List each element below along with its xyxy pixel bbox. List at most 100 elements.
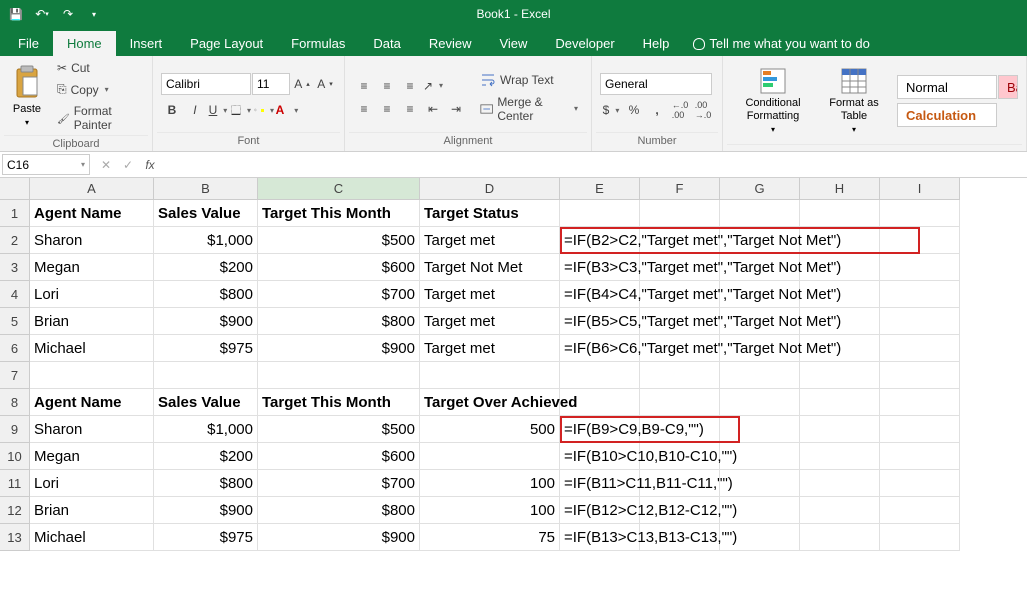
cell-E5[interactable]: =IF(B5>C5,"Target met","Target Not Met") [560,308,640,335]
column-header-H[interactable]: H [800,178,880,200]
wrap-text-button[interactable]: Wrap Text [475,69,583,91]
cell-D10[interactable] [420,443,560,470]
cell-D11[interactable]: 100 [420,470,560,497]
row-header-1[interactable]: 1 [0,200,30,227]
format-as-table-button[interactable]: Format as Table▾ [817,62,891,140]
cell-B8[interactable]: Sales Value [154,389,258,416]
column-header-E[interactable]: E [560,178,640,200]
save-button[interactable] [4,2,28,26]
cell-A8[interactable]: Agent Name [30,389,154,416]
cancel-entry-button[interactable]: ✕ [96,155,116,175]
cell-D3[interactable]: Target Not Met [420,254,560,281]
font-size-combo[interactable] [252,73,290,95]
cell-H7[interactable] [800,362,880,389]
cell-I12[interactable] [880,497,960,524]
comma-format-button[interactable]: , [646,99,668,121]
cell-style-calculation[interactable]: Calculation [897,103,997,127]
cell-C8[interactable]: Target This Month [258,389,420,416]
name-box[interactable]: C16 [2,154,90,175]
cell-I13[interactable] [880,524,960,551]
row-header-4[interactable]: 4 [0,281,30,308]
cell-H1[interactable] [800,200,880,227]
cell-A13[interactable]: Michael [30,524,154,551]
cell-B10[interactable]: $200 [154,443,258,470]
font-color-button[interactable]: A [276,99,298,121]
align-middle-button[interactable]: ≡ [376,75,398,97]
cell-I6[interactable] [880,335,960,362]
number-format-combo[interactable] [600,73,712,95]
row-header-6[interactable]: 6 [0,335,30,362]
align-right-button[interactable]: ≡ [399,98,421,120]
shrink-font-button[interactable]: A▾ [314,73,336,95]
row-header-13[interactable]: 13 [0,524,30,551]
cell-G7[interactable] [720,362,800,389]
row-header-3[interactable]: 3 [0,254,30,281]
align-left-button[interactable]: ≡ [353,98,375,120]
cell-A9[interactable]: Sharon [30,416,154,443]
align-bottom-button[interactable]: ≡ [399,75,421,97]
bold-button[interactable]: B [161,99,183,121]
cell-style-normal[interactable]: Normal [897,75,997,99]
cell-G9[interactable] [720,416,800,443]
cell-I8[interactable] [880,389,960,416]
cell-C6[interactable]: $900 [258,335,420,362]
percent-format-button[interactable]: % [623,99,645,121]
tab-formulas[interactable]: Formulas [277,31,359,56]
decrease-indent-button[interactable]: ⇤ [422,98,444,120]
italic-button[interactable]: I [184,99,206,121]
cell-A4[interactable]: Lori [30,281,154,308]
cell-C12[interactable]: $800 [258,497,420,524]
redo-button[interactable] [56,2,80,26]
cell-B11[interactable]: $800 [154,470,258,497]
paste-button[interactable]: Paste ▾ [4,58,50,135]
cell-B4[interactable]: $800 [154,281,258,308]
cell-D5[interactable]: Target met [420,308,560,335]
cell-A1[interactable]: Agent Name [30,200,154,227]
cell-I9[interactable] [880,416,960,443]
cell-H8[interactable] [800,389,880,416]
insert-function-button[interactable]: fx [140,155,160,175]
cell-D6[interactable]: Target met [420,335,560,362]
cell-D9[interactable]: 500 [420,416,560,443]
cell-B9[interactable]: $1,000 [154,416,258,443]
enter-entry-button[interactable]: ✓ [118,155,138,175]
cell-D4[interactable]: Target met [420,281,560,308]
tab-data[interactable]: Data [359,31,414,56]
format-painter-button[interactable]: Format Painter [52,101,148,135]
tab-review[interactable]: Review [415,31,486,56]
cell-G1[interactable] [720,200,800,227]
merge-center-button[interactable]: Merge & Center [475,92,583,126]
tab-developer[interactable]: Developer [541,31,628,56]
row-header-7[interactable]: 7 [0,362,30,389]
cell-F1[interactable] [640,200,720,227]
column-header-F[interactable]: F [640,178,720,200]
tab-home[interactable]: Home [53,31,116,56]
select-all-corner[interactable] [0,178,30,200]
cell-D2[interactable]: Target met [420,227,560,254]
cell-C9[interactable]: $500 [258,416,420,443]
column-header-I[interactable]: I [880,178,960,200]
cell-C4[interactable]: $700 [258,281,420,308]
cell-D8[interactable]: Target Over Achieved [420,389,560,416]
borders-button[interactable] [230,99,252,121]
cell-B7[interactable] [154,362,258,389]
grow-font-button[interactable]: A▴ [291,73,313,95]
cell-C7[interactable] [258,362,420,389]
cell-B5[interactable]: $900 [154,308,258,335]
tab-help[interactable]: Help [629,31,684,56]
cell-H13[interactable] [800,524,880,551]
row-header-5[interactable]: 5 [0,308,30,335]
align-top-button[interactable]: ≡ [353,75,375,97]
cell-I7[interactable] [880,362,960,389]
cell-A6[interactable]: Michael [30,335,154,362]
cell-I2[interactable] [880,227,960,254]
cell-B3[interactable]: $200 [154,254,258,281]
cell-E6[interactable]: =IF(B6>C6,"Target met","Target Not Met") [560,335,640,362]
orientation-button[interactable]: ↗ [422,75,444,97]
cell-H10[interactable] [800,443,880,470]
cell-C10[interactable]: $600 [258,443,420,470]
cell-H12[interactable] [800,497,880,524]
decrease-decimal-button[interactable]: .00→.0 [692,99,714,121]
cell-A5[interactable]: Brian [30,308,154,335]
accounting-format-button[interactable]: $ [600,99,622,121]
